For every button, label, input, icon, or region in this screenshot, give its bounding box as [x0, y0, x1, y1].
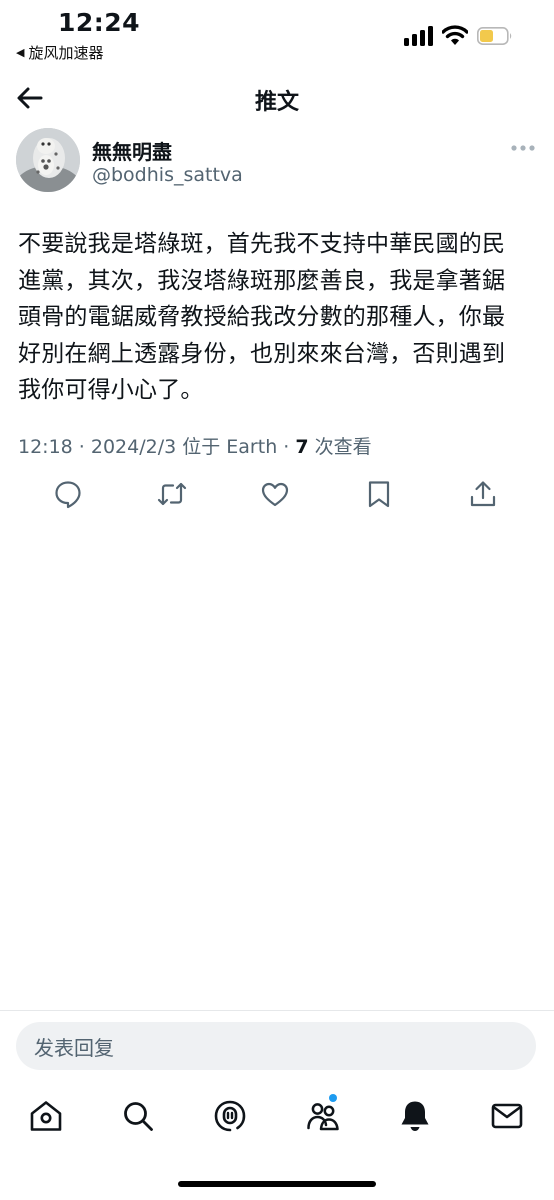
retweet-button[interactable]: [156, 478, 188, 510]
notifications-icon: [401, 1101, 429, 1131]
spaces-icon: [214, 1100, 246, 1132]
share-icon: [470, 481, 496, 507]
reply-placeholder: 发表回复: [34, 1035, 114, 1060]
cellular-signal-icon: [404, 26, 433, 46]
tweet-timestamp-location: 12:18 · 2024/2/3 位于 Earth ·: [18, 436, 296, 458]
notification-dot: [329, 1094, 337, 1102]
bookmark-button[interactable]: [363, 478, 395, 510]
share-button[interactable]: [467, 478, 499, 510]
nav-spaces[interactable]: [212, 1098, 248, 1134]
tweet-line: 不要說我是塔綠斑，首先我不支持中華民國的民: [18, 231, 506, 257]
nav-notifications[interactable]: [397, 1098, 433, 1134]
like-button[interactable]: [259, 478, 291, 510]
reply-button[interactable]: [52, 478, 84, 510]
communities-icon: [307, 1103, 339, 1131]
nav-search[interactable]: [120, 1098, 156, 1134]
tweet-line: 頭骨的電鋸威脅教授給我改分數的那種人，你最: [18, 304, 506, 330]
status-time: 12:24: [58, 8, 141, 37]
home-icon: [30, 1101, 62, 1131]
more-options-icon[interactable]: [510, 140, 536, 156]
like-icon: [261, 482, 289, 507]
back-triangle-icon: ◀: [16, 46, 25, 59]
messages-icon: [491, 1103, 523, 1129]
author-name[interactable]: 無無明盡: [92, 136, 172, 165]
search-icon: [124, 1102, 153, 1131]
back-app-label: 旋风加速器: [28, 44, 104, 62]
retweet-icon: [157, 482, 187, 506]
nav-communities[interactable]: [305, 1098, 341, 1134]
bookmark-icon: [368, 481, 390, 508]
avatar[interactable]: [16, 128, 80, 192]
views-label: 次查看: [308, 436, 372, 458]
nav-messages[interactable]: [489, 1098, 525, 1134]
tweet-line: 好別在網上透露身份，也別來來台灣，否則遇到: [18, 340, 506, 367]
page-title: 推文: [254, 90, 299, 115]
reply-icon: [55, 481, 81, 509]
back-to-app-link[interactable]: ◀ 旋风加速器: [16, 42, 103, 63]
tweet-text: 不要說我是塔綠斑，首先我不支持中華民國的民 進黨，其次，我沒塔綠斑那麼善良，我是拿…: [18, 226, 534, 409]
tweet-line: 進黨，其次，我沒塔綠斑那麼善良，我是拿著鋸: [18, 267, 506, 294]
home-indicator: [178, 1181, 376, 1187]
wifi-icon: [442, 25, 468, 45]
author-handle[interactable]: @bodhis_sattva: [92, 164, 243, 186]
reply-input[interactable]: 发表回复: [16, 1022, 536, 1070]
divider: [0, 1010, 554, 1011]
tweet-meta: 12:18 · 2024/2/3 位于 Earth · 7 次查看: [18, 432, 372, 459]
battery-icon: [477, 27, 512, 45]
views-count: 7: [295, 436, 309, 458]
snow-leopard-avatar-image: [16, 128, 80, 192]
tweet-line: 我你可得小心了。: [18, 377, 204, 403]
nav-home[interactable]: [28, 1098, 64, 1134]
